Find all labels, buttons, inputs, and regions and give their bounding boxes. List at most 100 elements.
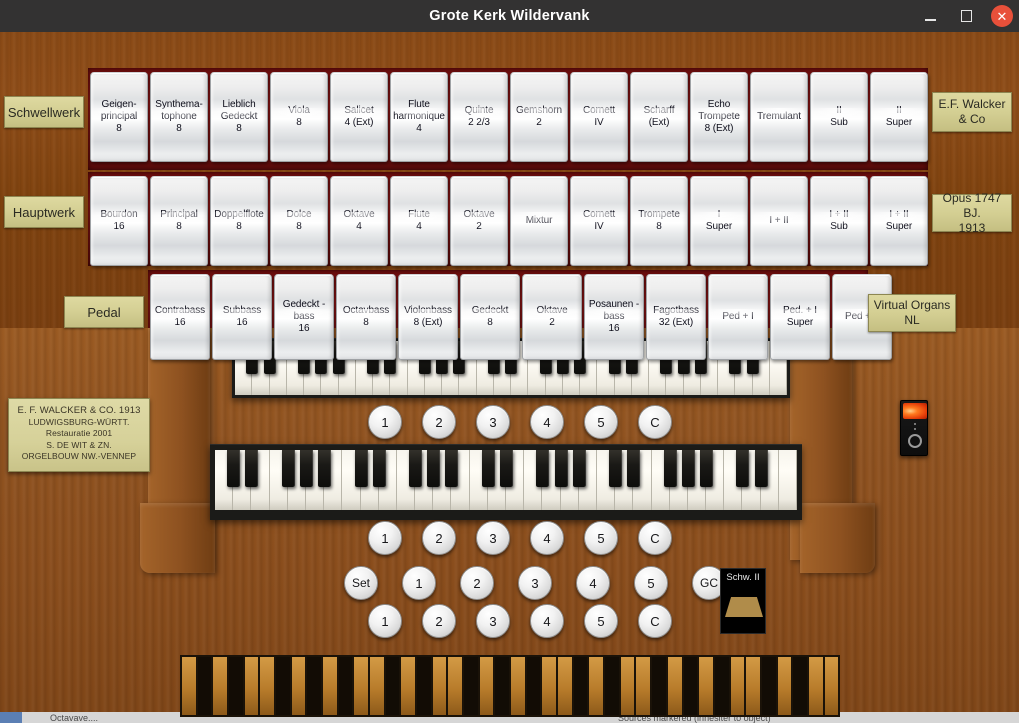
black-key[interactable] bbox=[409, 450, 423, 488]
stop-tab[interactable]: Viola 8 bbox=[270, 72, 328, 162]
stop-tab[interactable]: Ped. + I Super bbox=[770, 274, 830, 360]
stop-tab[interactable]: Flute 4 bbox=[390, 176, 448, 266]
pedalboard[interactable] bbox=[180, 655, 840, 717]
stop-tab[interactable]: Gedeckt - bass 16 bbox=[274, 274, 334, 360]
piston-button[interactable]: 5 bbox=[584, 521, 618, 555]
piston-button[interactable]: 1 bbox=[368, 521, 402, 555]
pedal-key[interactable] bbox=[542, 657, 557, 715]
stop-tab[interactable]: Oktave 4 bbox=[330, 176, 388, 266]
piston-button[interactable]: Set bbox=[344, 566, 378, 600]
pedal-key[interactable] bbox=[448, 657, 463, 715]
pedal-key[interactable] bbox=[793, 657, 807, 715]
pedal-key[interactable] bbox=[244, 657, 259, 715]
pedal-key[interactable] bbox=[714, 657, 729, 715]
stop-tab[interactable]: Gedeckt 8 bbox=[460, 274, 520, 360]
piston-button[interactable]: 4 bbox=[530, 405, 564, 439]
black-key[interactable] bbox=[281, 450, 295, 488]
pedal-key[interactable] bbox=[699, 657, 713, 715]
pedal-key[interactable] bbox=[495, 657, 510, 715]
stop-tab[interactable]: Tremulant bbox=[750, 72, 808, 162]
piston-button[interactable]: 5 bbox=[634, 566, 668, 600]
pedal-key[interactable] bbox=[432, 657, 447, 715]
pedal-key[interactable] bbox=[652, 657, 666, 715]
pedal-key[interactable] bbox=[338, 657, 353, 715]
stop-tab[interactable]: II Super bbox=[870, 72, 928, 162]
stop-tab[interactable]: Fagotbass 32 (Ext) bbox=[646, 274, 706, 360]
piston-button[interactable]: 1 bbox=[402, 566, 436, 600]
stop-tab[interactable]: Gemshorn 2 bbox=[510, 72, 568, 162]
pedal-key[interactable] bbox=[824, 657, 839, 715]
black-key[interactable] bbox=[318, 450, 332, 488]
black-key[interactable] bbox=[481, 450, 495, 488]
stop-tab[interactable]: I + II Sub bbox=[810, 176, 868, 266]
close-icon[interactable]: ✕ bbox=[991, 5, 1013, 27]
pedal-key[interactable] bbox=[260, 657, 275, 715]
black-key[interactable] bbox=[554, 450, 568, 488]
stop-tab[interactable]: Bourdon 16 bbox=[90, 176, 148, 266]
pedal-key[interactable] bbox=[761, 657, 776, 715]
stop-tab[interactable]: I + II bbox=[750, 176, 808, 266]
piston-button[interactable]: 4 bbox=[530, 521, 564, 555]
black-key[interactable] bbox=[299, 450, 313, 488]
stop-tab[interactable]: Contrabass 16 bbox=[150, 274, 210, 360]
stop-tab[interactable]: Doppelflote 8 bbox=[210, 176, 268, 266]
pedal-key[interactable] bbox=[370, 657, 384, 715]
stop-tab[interactable]: Mixtur bbox=[510, 176, 568, 266]
pedal-key[interactable] bbox=[385, 657, 400, 715]
manual-lower[interactable] bbox=[210, 444, 802, 520]
black-key[interactable] bbox=[736, 450, 750, 488]
pedal-key[interactable] bbox=[229, 657, 243, 715]
stop-tab[interactable]: Violonbass 8 (Ext) bbox=[398, 274, 458, 360]
stop-tab[interactable]: Oktave 2 bbox=[450, 176, 508, 266]
pedal-key[interactable] bbox=[558, 657, 572, 715]
minimize-icon[interactable] bbox=[919, 5, 941, 27]
black-key[interactable] bbox=[445, 450, 459, 488]
piston-button[interactable]: 5 bbox=[584, 405, 618, 439]
stop-tab[interactable]: Echo Trompete 8 (Ext) bbox=[690, 72, 748, 162]
pedal-key[interactable] bbox=[730, 657, 745, 715]
power-switch[interactable] bbox=[900, 400, 928, 456]
stop-tab[interactable]: Lieblich Gedeckt 8 bbox=[210, 72, 268, 162]
stop-tab[interactable]: Geigen- principal 8 bbox=[90, 72, 148, 162]
stop-tab[interactable]: Quinte 2 2/3 bbox=[450, 72, 508, 162]
piston-button[interactable]: C bbox=[638, 521, 672, 555]
stop-tab[interactable]: Posaunen - bass 16 bbox=[584, 274, 644, 360]
stop-tab[interactable]: Synthema- tophone 8 bbox=[150, 72, 208, 162]
pedal-key[interactable] bbox=[323, 657, 337, 715]
pedal-key[interactable] bbox=[417, 657, 431, 715]
pedal-key[interactable] bbox=[573, 657, 588, 715]
pedal-key[interactable] bbox=[636, 657, 651, 715]
stop-tab[interactable]: I + II Super bbox=[870, 176, 928, 266]
stop-tab[interactable]: Ped + I bbox=[708, 274, 768, 360]
pedal-key[interactable] bbox=[276, 657, 290, 715]
pedal-key[interactable] bbox=[746, 657, 760, 715]
pedal-key[interactable] bbox=[667, 657, 682, 715]
stop-tab[interactable]: Principal 8 bbox=[150, 176, 208, 266]
piston-button[interactable]: C bbox=[638, 405, 672, 439]
piston-button[interactable]: 4 bbox=[530, 604, 564, 638]
maximize-icon[interactable] bbox=[955, 5, 977, 27]
pedal-key[interactable] bbox=[605, 657, 619, 715]
pedal-key[interactable] bbox=[401, 657, 416, 715]
pedal-key[interactable] bbox=[526, 657, 541, 715]
keyboard-lower[interactable] bbox=[215, 450, 797, 510]
pedal-key[interactable] bbox=[307, 657, 322, 715]
black-key[interactable] bbox=[245, 450, 259, 488]
pedal-key[interactable] bbox=[683, 657, 698, 715]
pedal-key[interactable] bbox=[213, 657, 228, 715]
black-key[interactable] bbox=[536, 450, 550, 488]
stop-tab[interactable]: I Super bbox=[690, 176, 748, 266]
piston-button[interactable]: 3 bbox=[476, 521, 510, 555]
pedal-key[interactable] bbox=[464, 657, 478, 715]
black-key[interactable] bbox=[427, 450, 441, 488]
pedal-key[interactable] bbox=[182, 657, 196, 715]
pedal-key[interactable] bbox=[777, 657, 792, 715]
stop-tab[interactable]: Cornett IV bbox=[570, 72, 628, 162]
black-key[interactable] bbox=[354, 450, 368, 488]
stop-tab[interactable]: Flute harmonique 4 bbox=[390, 72, 448, 162]
black-key[interactable] bbox=[681, 450, 695, 488]
stop-tab[interactable]: Dolce 8 bbox=[270, 176, 328, 266]
black-key[interactable] bbox=[627, 450, 641, 488]
pedal-key[interactable] bbox=[808, 657, 823, 715]
piston-button[interactable]: 3 bbox=[476, 405, 510, 439]
